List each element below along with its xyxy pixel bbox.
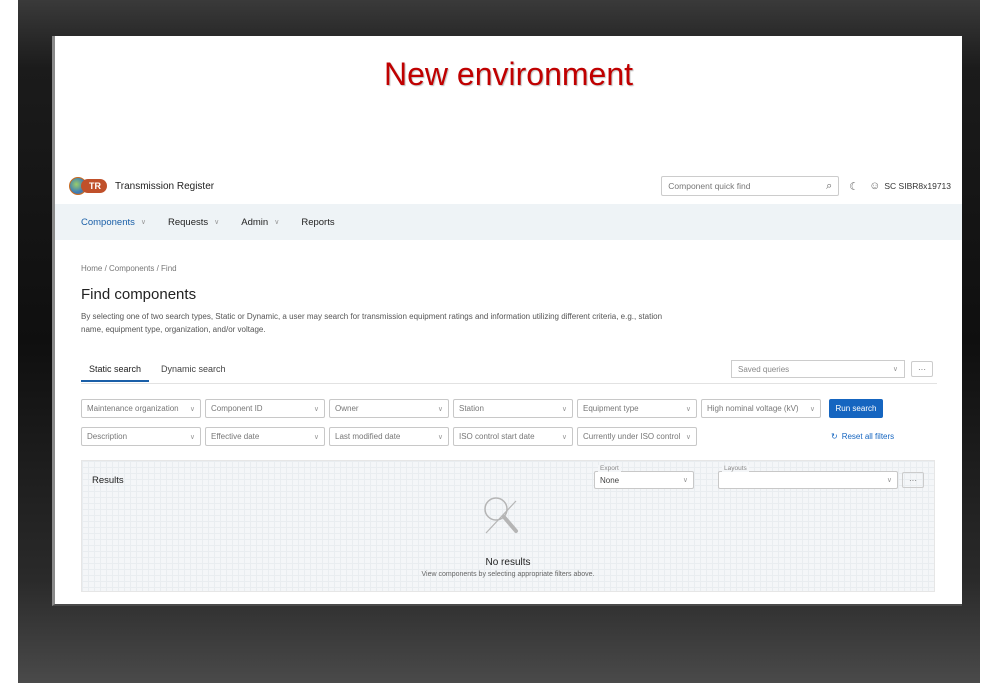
- nav-reports-label: Reports: [301, 216, 335, 228]
- chevron-down-icon: ∨: [313, 433, 319, 441]
- filter-description[interactable]: Description ∨: [81, 427, 201, 446]
- user-avatar-icon: ☺: [869, 180, 881, 192]
- tabs-divider: [81, 383, 937, 384]
- filter-component-id[interactable]: Component ID ∨: [205, 399, 325, 418]
- filter-effective-date[interactable]: Effective date ∨: [205, 427, 325, 446]
- filter-label: Description: [87, 432, 128, 441]
- filter-equipment-type[interactable]: Equipment type ∨: [577, 399, 697, 418]
- nav-admin[interactable]: Admin ∨: [241, 217, 279, 228]
- filter-owner[interactable]: Owner ∨: [329, 399, 449, 418]
- filter-maintenance-organization[interactable]: Maintenance organization ∨: [81, 399, 201, 418]
- tab-dynamic-search[interactable]: Dynamic search: [153, 360, 234, 382]
- app-name: Transmission Register: [115, 180, 215, 192]
- layouts-label: Layouts: [722, 465, 749, 472]
- run-search-button[interactable]: Run search: [829, 399, 883, 418]
- saved-queries-placeholder: Saved queries: [738, 364, 790, 374]
- chevron-down-icon: ∨: [189, 433, 195, 441]
- chevron-down-icon: ∨: [274, 219, 280, 226]
- chevron-down-icon: ∨: [313, 405, 319, 413]
- user-menu[interactable]: ☺ SC SIBR8x19713: [869, 180, 951, 192]
- filter-label: Owner: [335, 404, 359, 413]
- filter-high-nominal-voltage[interactable]: High nominal voltage (kV) ∨: [701, 399, 821, 418]
- filter-label: Effective date: [211, 432, 260, 441]
- app-logo[interactable]: TR Transmission Register: [69, 177, 214, 195]
- chevron-down-icon: ∨: [437, 433, 443, 441]
- chevron-down-icon: ∨: [892, 366, 898, 373]
- results-title: Results: [92, 475, 124, 486]
- dark-mode-moon-icon[interactable]: ☾: [849, 180, 859, 193]
- nav-requests[interactable]: Requests ∨: [168, 217, 219, 228]
- search-empty-icon: [484, 497, 518, 534]
- nav-components[interactable]: Components ∨: [81, 217, 146, 228]
- layouts-select[interactable]: ∨: [718, 471, 898, 489]
- filter-label: High nominal voltage (kV): [707, 404, 799, 413]
- chevron-down-icon: ∨: [809, 405, 815, 413]
- chevron-down-icon: ∨: [685, 405, 691, 413]
- filter-label: Currently under ISO control: [583, 432, 681, 441]
- layouts-more-button[interactable]: ···: [902, 472, 924, 488]
- filter-label: Last modified date: [335, 432, 401, 441]
- filter-label: Equipment type: [583, 404, 639, 413]
- filter-currently-under-iso-control[interactable]: Currently under ISO control ∨: [577, 427, 697, 446]
- chevron-down-icon: ∨: [561, 405, 567, 413]
- nav-reports[interactable]: Reports: [301, 217, 334, 228]
- slide-title: New environment: [384, 56, 633, 92]
- filter-label: Station: [459, 404, 484, 413]
- filter-iso-control-start-date[interactable]: ISO control start date ∨: [453, 427, 573, 446]
- search-tabs: Static search Dynamic search: [81, 360, 234, 382]
- breadcrumb[interactable]: Home / Components / Find: [81, 264, 177, 273]
- no-results-heading: No results: [485, 557, 531, 568]
- filter-label: ISO control start date: [459, 432, 535, 441]
- saved-queries-select[interactable]: Saved queries ∨: [731, 360, 905, 378]
- no-results-message: View components by selecting appropriate…: [421, 571, 595, 578]
- chevron-down-icon: ∨: [685, 433, 691, 441]
- nav-requests-label: Requests: [168, 216, 209, 228]
- chevron-down-icon: ∨: [214, 219, 220, 226]
- chevron-down-icon: ∨: [437, 405, 443, 413]
- app-header: TR Transmission Register Component quick…: [55, 168, 962, 204]
- main-nav: Components ∨ Requests ∨ Admin ∨ Reports: [55, 204, 962, 240]
- filter-label: Component ID: [211, 404, 263, 413]
- chevron-down-icon: ∨: [189, 405, 195, 413]
- page-title: Find components: [81, 286, 197, 303]
- user-name: SC SIBR8x19713: [884, 181, 951, 191]
- chevron-down-icon: ∨: [140, 219, 146, 226]
- component-quick-find-input[interactable]: Component quick find ⌕: [661, 176, 840, 196]
- page-description: By selecting one of two search types, St…: [81, 312, 663, 334]
- search-icon[interactable]: ⌕: [826, 180, 832, 193]
- slide: New environment TR Transmission Register…: [52, 36, 962, 606]
- reset-all-filters-button[interactable]: ↻ Reset all filters: [831, 432, 894, 441]
- refresh-icon: ↻: [831, 432, 838, 441]
- chevron-down-icon: ∨: [682, 477, 688, 484]
- quick-find-placeholder: Component quick find: [668, 181, 751, 191]
- tab-static-search[interactable]: Static search: [81, 360, 150, 382]
- export-value: None: [600, 475, 620, 485]
- results-panel: Results None ∨ Export ∨ Layouts ··· No r…: [81, 460, 935, 592]
- nav-admin-label: Admin: [241, 216, 269, 228]
- export-label: Export: [598, 465, 621, 472]
- logo-badge: TR: [81, 179, 107, 193]
- reset-label: Reset all filters: [841, 432, 895, 441]
- nav-components-label: Components: [81, 216, 135, 228]
- export-select[interactable]: None ∨: [594, 471, 694, 489]
- chevron-down-icon: ∨: [886, 477, 892, 484]
- filter-label: Maintenance organization: [87, 404, 179, 413]
- saved-queries-more-button[interactable]: ···: [911, 361, 933, 377]
- chevron-down-icon: ∨: [561, 433, 567, 441]
- filter-last-modified-date[interactable]: Last modified date ∨: [329, 427, 449, 446]
- filter-station[interactable]: Station ∨: [453, 399, 573, 418]
